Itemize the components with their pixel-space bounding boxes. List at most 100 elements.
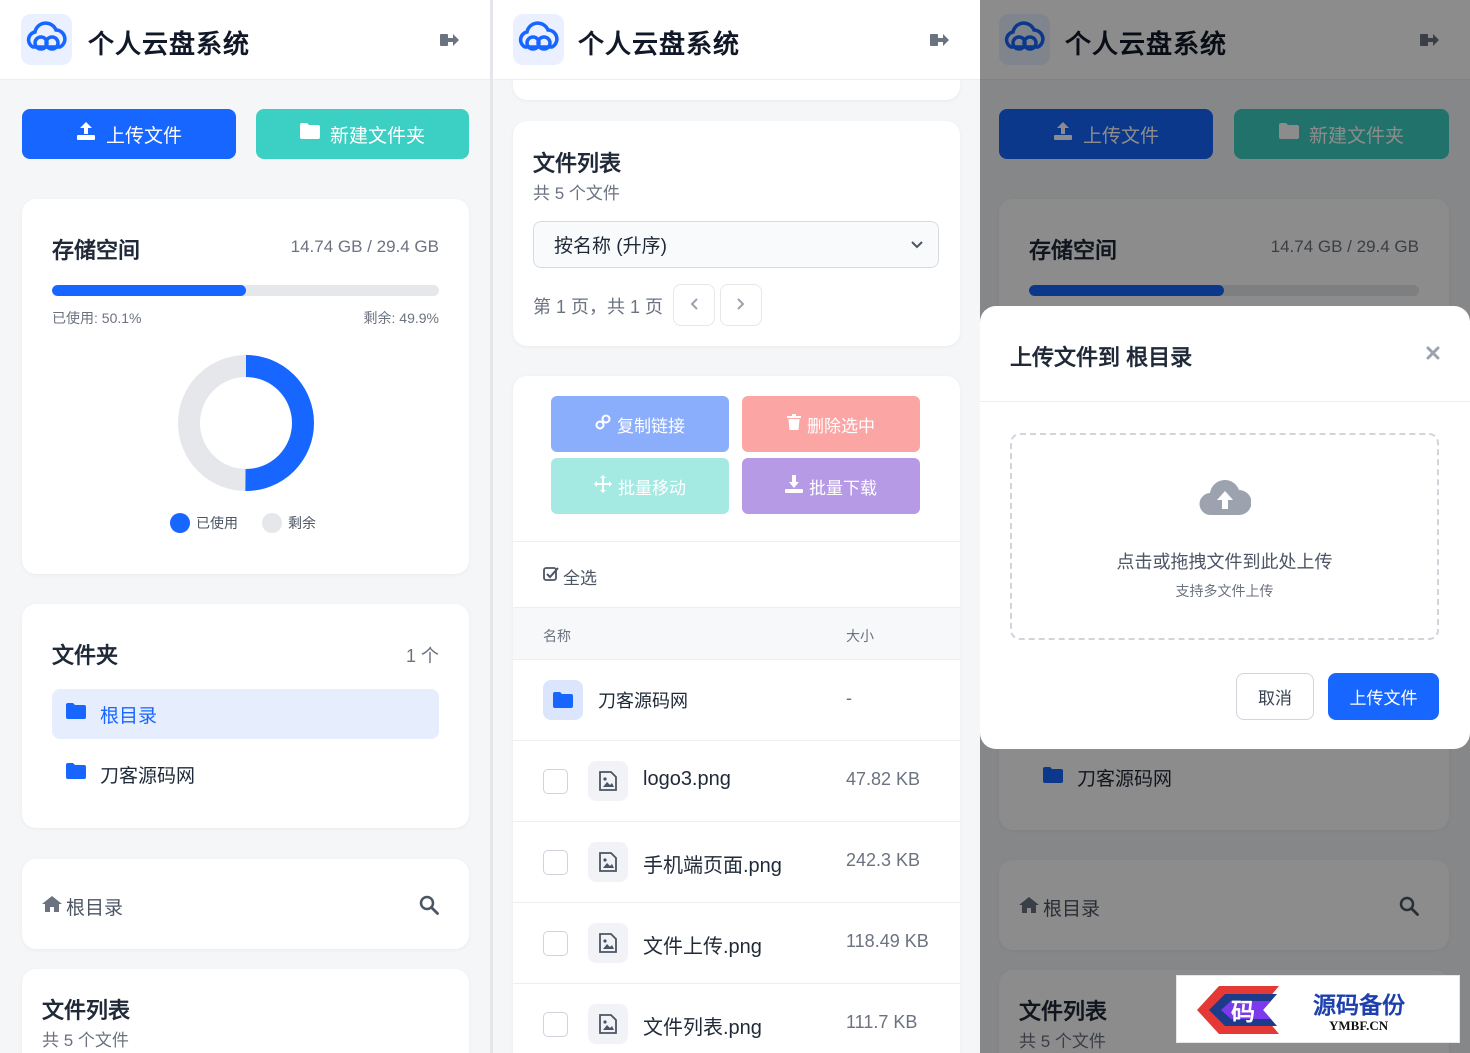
home-icon [42,895,62,918]
delete-selected-button[interactable]: 删除选中 [742,396,920,452]
modal-divider [980,401,1470,402]
table-row[interactable]: 文件上传.png 118.49 KB [513,902,960,983]
image-file-icon [588,1004,628,1044]
confirm-upload-button[interactable]: 上传文件 [1328,673,1439,720]
dropzone-hint: 支持多文件上传 [1175,583,1274,599]
download-icon [785,474,803,498]
batch-move-label: 批量移动 [618,478,686,498]
prev-page-button[interactable] [673,284,715,326]
checkbox-checked-icon [543,566,559,587]
folder-item-label: 刀客源码网 [100,765,196,787]
file-list-subtitle: 共 5 个文件 [42,1031,129,1050]
upload-icon [76,122,96,146]
new-folder-button-label: 新建文件夹 [329,125,425,147]
panel-dashboard: 个人云盘系统 上传文件 新建文件夹 存储空间 14.74 GB / 29.4 G… [0,0,490,1053]
watermark-text: 源码备份 [1313,993,1405,1018]
table-row[interactable]: 刀客源码网 - [513,659,960,740]
column-size: 大小 [846,628,874,644]
batch-move-button[interactable]: 批量移动 [551,458,729,514]
close-icon[interactable] [1426,346,1440,365]
file-size: - [846,688,852,708]
storage-card: 存储空间 14.74 GB / 29.4 GB 已使用: 50.1% 剩余: 4… [22,199,469,574]
row-checkbox[interactable] [543,931,568,956]
storage-usage: 14.74 GB / 29.4 GB [290,237,439,256]
folder-icon [299,123,320,145]
new-folder-button[interactable]: 新建文件夹 [256,109,469,159]
sort-select[interactable]: 按名称 (升序) [533,221,939,268]
legend-used-label: 已使用 [196,515,238,531]
watermark-glyph: 码 [1231,999,1255,1026]
used-percent: 已使用: 50.1% [52,310,142,326]
storage-progress-fill [52,285,246,296]
copy-link-button[interactable]: 复制链接 [551,396,729,452]
chevron-right-icon [736,295,746,316]
storage-donut-chart [178,355,314,491]
next-page-button[interactable] [720,284,762,326]
watermark-badge: 码 源码备份 YMBF.CN [1176,975,1460,1043]
dropzone-text: 点击或拖拽文件到此处上传 [1116,552,1333,572]
upload-modal: 上传文件到 根目录 点击或拖拽文件到此处上传 支持多文件上传 取消 上传文件 [980,306,1470,749]
app-title: 个人云盘系统 [88,29,251,59]
row-checkbox[interactable] [543,850,568,875]
cloud-upload-icon [1199,477,1252,522]
chevron-left-icon [689,295,699,316]
sort-select-value: 按名称 (升序) [554,236,667,257]
file-size: 111.7 KB [846,1012,918,1032]
page-info: 第 1 页，共 1 页 [533,297,664,317]
file-name: 文件上传.png [643,936,762,958]
folder-icon [543,680,583,720]
legend-used: 已使用 [170,513,238,533]
file-name: 文件列表.png [643,1017,762,1039]
file-name: 手机端页面.png [643,855,782,877]
logout-icon[interactable] [438,30,460,50]
storage-progress [52,285,439,296]
folder-item-daoke[interactable]: 刀客源码网 [52,749,439,799]
select-all-label: 全选 [563,569,597,588]
image-file-icon [588,761,628,801]
folder-icon [66,763,86,785]
folders-title: 文件夹 [52,643,119,668]
panel-upload-modal: 个人云盘系统 上传文件 新建文件夹 存储空间 14.74 GB / 29.4 G… [980,0,1470,1053]
panel-file-list: 个人云盘系统 文件列表 共 5 个文件 按名称 (升序) 第 1 页，共 1 页… [493,0,980,1053]
move-icon [594,474,612,498]
breadcrumb-label: 根目录 [66,898,124,919]
free-percent: 剩余: 49.9% [363,310,439,326]
breadcrumb-card: 根目录 [22,859,469,949]
folder-item-label: 根目录 [100,705,158,727]
table-row[interactable]: logo3.png 47.82 KB [513,740,960,821]
file-name: 刀客源码网 [598,691,688,711]
folder-icon [66,703,86,725]
upload-button[interactable]: 上传文件 [22,109,236,159]
column-name: 名称 [543,628,571,644]
chevron-down-icon [910,236,924,258]
app-title: 个人云盘系统 [578,29,741,59]
logout-icon[interactable] [928,30,950,50]
table-row[interactable]: 手机端页面.png 242.3 KB [513,821,960,902]
file-list-subtitle: 共 5 个文件 [533,184,620,203]
image-file-icon [588,923,628,963]
link-icon [595,414,611,435]
file-list-title: 文件列表 [42,998,131,1023]
table-header: 名称 大小 [513,607,960,659]
search-icon[interactable] [419,895,439,920]
top-bar: 个人云盘系统 [0,0,490,80]
row-checkbox[interactable] [543,769,568,794]
legend-free-swatch [262,513,282,533]
copy-link-label: 复制链接 [617,416,685,436]
storage-title: 存储空间 [52,238,141,263]
table-row[interactable]: 文件列表.png 111.7 KB [513,983,960,1053]
modal-title: 上传文件到 根目录 [1010,345,1193,370]
select-all-toggle[interactable]: 全选 [543,564,597,589]
cloud-logo-icon [21,14,72,65]
row-checkbox[interactable] [543,1012,568,1037]
legend-used-swatch [170,513,190,533]
folder-item-root[interactable]: 根目录 [52,689,439,739]
batch-download-label: 批量下载 [809,478,877,498]
select-all-bar: 全选 [513,541,960,607]
image-file-icon [588,842,628,882]
file-dropzone[interactable]: 点击或拖拽文件到此处上传 支持多文件上传 [1010,433,1439,640]
file-size: 47.82 KB [846,769,921,789]
batch-download-button[interactable]: 批量下载 [742,458,920,514]
cancel-button[interactable]: 取消 [1236,673,1314,720]
breadcrumb[interactable]: 根目录 [42,893,123,920]
